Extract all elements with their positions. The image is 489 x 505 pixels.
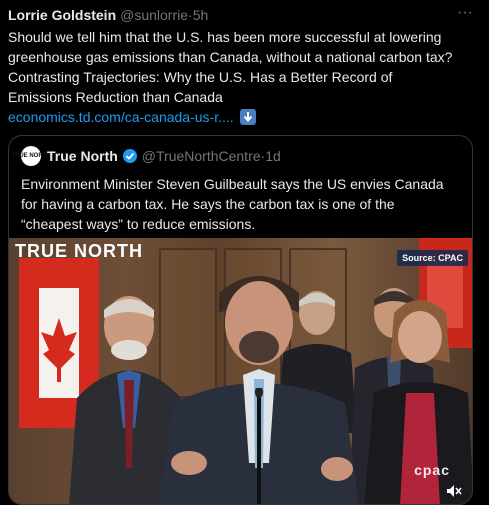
avatar[interactable]: TRUE NORTH xyxy=(11,146,51,166)
tweet[interactable]: Lorrie Goldstein @sunlorrie · 5h ··· Sho… xyxy=(0,0,489,505)
quote-text-line: Environment Minister Steven Guilbeault s… xyxy=(21,176,444,192)
quoted-tweet[interactable]: TRUE NORTH True North @TrueNorthCentre ·… xyxy=(8,135,473,505)
brand-logo: TRUE NORTH xyxy=(15,241,143,261)
video-player[interactable]: TRUE NORTH Source: CPAC cpac xyxy=(9,238,472,504)
quote-text: Environment Minister Steven Guilbeault s… xyxy=(21,174,460,234)
avatar-text: TRUE NORTH xyxy=(11,153,51,159)
microphone xyxy=(255,388,263,504)
tweet-text: Should we tell him that the U.S. has bee… xyxy=(8,27,476,127)
quote-text-line: for having a carbon tax. He says the car… xyxy=(21,196,395,212)
tweet-header: Lorrie Goldstein @sunlorrie · 5h xyxy=(8,6,479,24)
author-handle[interactable]: @sunlorrie xyxy=(120,6,188,24)
quote-time[interactable]: 1d xyxy=(265,148,281,164)
quote-text-line: “cheapest ways” to reduce emissions. xyxy=(21,216,256,232)
quote-header: TRUE NORTH True North @TrueNorthCentre ·… xyxy=(11,146,472,166)
source-badge: Source: CPAC xyxy=(397,250,468,266)
watermark: cpac xyxy=(414,462,450,478)
author-name[interactable]: Lorrie Goldstein xyxy=(8,6,116,24)
quote-author-handle[interactable]: @TrueNorthCentre xyxy=(142,148,261,164)
tweet-text-line: Should we tell him that the U.S. has bee… xyxy=(8,29,442,45)
tweet-text-line: greenhouse gas emissions than Canada, wi… xyxy=(8,49,453,65)
mute-icon[interactable] xyxy=(446,484,462,498)
verified-icon xyxy=(122,148,138,164)
tweet-time[interactable]: 5h xyxy=(193,6,209,24)
tweet-text-line: Emissions Reduction than Canada xyxy=(8,89,223,105)
article-link[interactable]: economics.td.com/ca-canada-us-r.... xyxy=(8,107,234,127)
down-arrow-icon xyxy=(239,109,256,125)
quote-author-name[interactable]: True North xyxy=(47,148,118,164)
tweet-text-line: Contrasting Trajectories: Why the U.S. H… xyxy=(8,69,393,85)
more-icon[interactable]: ··· xyxy=(457,5,473,21)
